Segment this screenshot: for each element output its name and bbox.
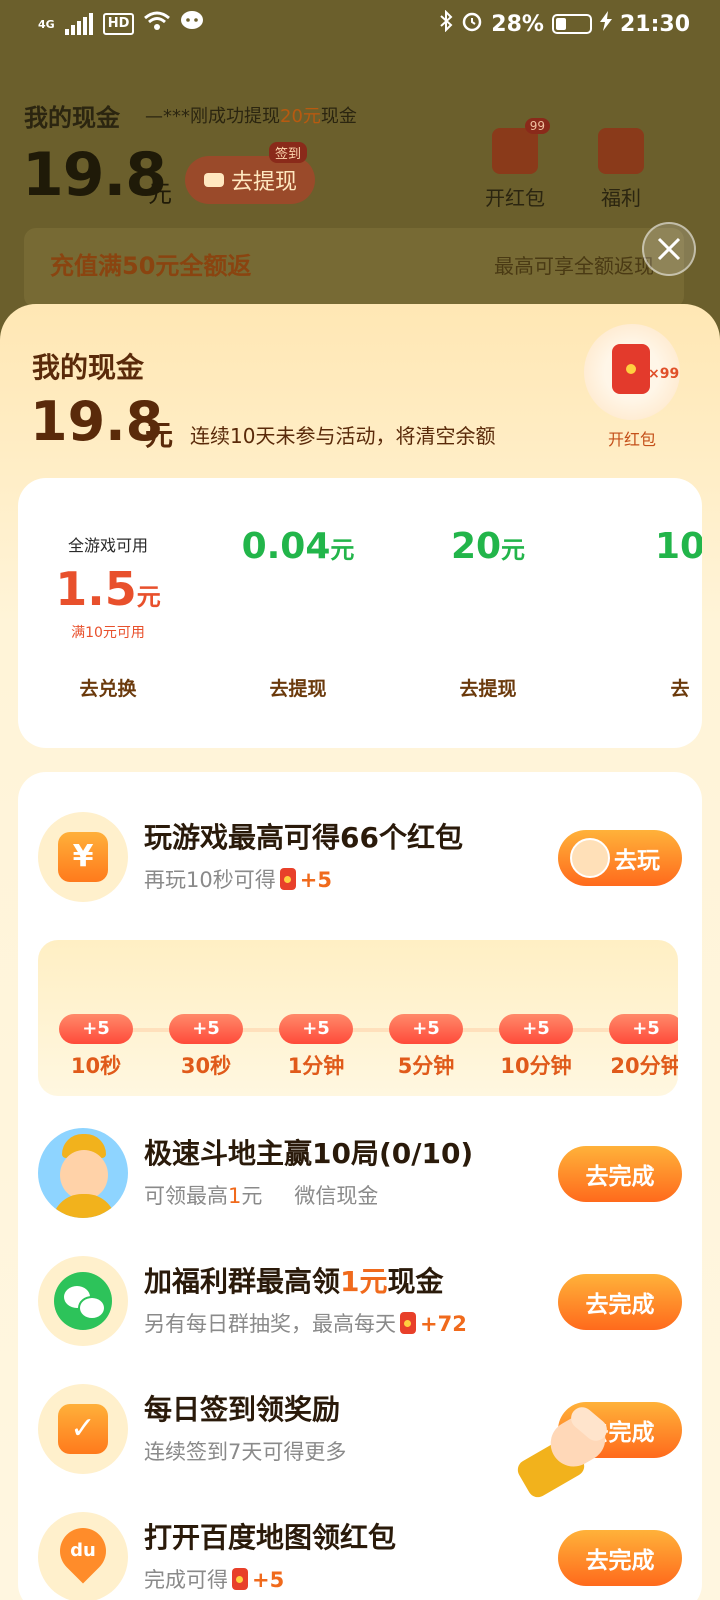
task-title: 加福利群最高领1元现金 xyxy=(144,1265,444,1298)
yuan-icon: ¥ xyxy=(38,812,128,902)
baidu-map-icon: du xyxy=(38,1512,128,1600)
redpacket-icon xyxy=(612,344,650,394)
task-title: 极速斗地主赢10局(0/10) xyxy=(144,1137,474,1170)
bluetooth-icon xyxy=(439,9,453,38)
coupon-list: 全游戏可用 1.5元 满10元可用 去兑换 0.04元 去提现 20元 去提现 … xyxy=(18,478,702,748)
sheet-cash-amount: 19.8 xyxy=(30,390,164,453)
battery-icon xyxy=(551,14,592,34)
bg-cash-unit: 元 xyxy=(148,180,172,208)
pointing-hand-icon xyxy=(514,1402,620,1501)
go-play-button[interactable]: 去玩 xyxy=(558,830,682,886)
task-subtitle: 完成可得 +5 xyxy=(144,1568,285,1592)
wallet-icon xyxy=(203,173,224,187)
task-subtitle: 可领最高1元 微信现金 xyxy=(144,1184,379,1208)
status-bar: 4G HD 28% 21:30 xyxy=(0,0,720,48)
sheet-cash-unit: 元 xyxy=(145,419,174,452)
hd-icon: HD xyxy=(102,13,135,35)
progress-step: +5 20分钟 xyxy=(606,1014,678,1080)
wechat-notify-icon xyxy=(180,10,206,38)
progress-step: +5 5分钟 xyxy=(386,1014,466,1080)
redpacket-icon: 99 xyxy=(492,118,550,174)
task-play-game: ¥ 玩游戏最高可得66个红包 再玩10秒可得 +5 去玩 xyxy=(18,812,702,922)
task-title: 打开百度地图领红包 xyxy=(144,1521,397,1554)
battery-percent: 28% xyxy=(491,11,544,37)
coupon-action: 去提现 xyxy=(459,678,517,700)
progress-step: +5 30秒 xyxy=(166,1014,246,1080)
bg-withdraw-ticker: —***刚成功提现20元现金 xyxy=(145,106,357,127)
charging-icon xyxy=(599,11,612,37)
sheet-title: 我的现金 xyxy=(32,351,145,384)
redpacket-icon xyxy=(279,868,296,890)
signal-icon xyxy=(64,13,93,35)
coupon-action: 去兑换 xyxy=(79,678,137,700)
bg-cash-title: 我的现金 xyxy=(24,104,120,132)
task-welfare-group: 加福利群最高领1元现金 另有每日群抽奖，最高每天 +72 去完成 xyxy=(18,1256,702,1366)
wifi-icon xyxy=(144,11,171,37)
close-icon xyxy=(657,237,681,261)
bg-redpacket-button[interactable]: 99 开红包 xyxy=(480,118,550,211)
clock: 21:30 xyxy=(619,11,690,37)
task-subtitle: 连续签到7天可得更多 xyxy=(144,1440,347,1464)
bg-recharge-banner[interactable]: 充值满50元全额返 最高可享全额返现 xyxy=(24,228,684,308)
task-title: 每日签到领奖励 xyxy=(144,1393,341,1426)
bg-signin-tag: 签到 xyxy=(268,142,307,163)
coupon-item[interactable]: 0.04元 去提现 xyxy=(208,478,388,748)
character-avatar xyxy=(570,838,610,878)
gift-icon xyxy=(598,128,644,174)
progress-step: +5 1分钟 xyxy=(276,1014,356,1080)
game-character-avatar xyxy=(38,1128,128,1218)
task-baidu-map: du 打开百度地图领红包 完成可得 +5 去完成 xyxy=(18,1512,702,1600)
complete-button[interactable]: 去完成 xyxy=(558,1530,682,1586)
checkmark-icon: ✓ xyxy=(38,1384,128,1474)
close-button[interactable] xyxy=(642,222,696,276)
redpacket-icon xyxy=(232,1568,248,1590)
bg-withdraw-button[interactable]: 签到 去提现 xyxy=(185,142,315,204)
coupon-item[interactable]: 10 去 xyxy=(590,478,702,748)
task-landlord: 极速斗地主赢10局(0/10) 可领最高1元 微信现金 去完成 xyxy=(18,1128,702,1238)
bg-cash-amount: 19.8 xyxy=(22,140,167,210)
alarm-icon xyxy=(461,10,483,38)
redpacket-count: ×99 xyxy=(648,366,680,382)
open-redpacket-button[interactable]: ×99 开红包 xyxy=(582,324,682,450)
coupon-action: 去提现 xyxy=(269,678,327,700)
bg-welfare-button[interactable]: 福利 xyxy=(586,128,656,211)
coupon-item[interactable]: 20元 去提现 xyxy=(398,478,578,748)
task-title: 玩游戏最高可得66个红包 xyxy=(144,821,463,854)
redpacket-icon xyxy=(400,1312,416,1334)
progress-step: +5 10分钟 xyxy=(496,1014,576,1080)
network-type: 4G xyxy=(38,17,55,31)
playtime-progress: +5 10秒 +5 30秒 +5 1分钟 +5 5分钟 +5 10分钟 +5 20分钟 xyxy=(38,940,678,1096)
coupon-action: 去 xyxy=(670,678,690,700)
complete-button[interactable]: 去完成 xyxy=(558,1146,682,1202)
complete-button[interactable]: 去完成 xyxy=(558,1274,682,1330)
background-page: 我的现金 —***刚成功提现20元现金 19.8 元 签到 去提现 99 开红包… xyxy=(0,48,720,308)
task-subtitle: 另有每日群抽奖，最高每天 +72 xyxy=(144,1312,467,1336)
sheet-expire-note: 连续10天未参与活动，将清空余额 xyxy=(190,424,496,448)
open-redpacket-label: 开红包 xyxy=(607,430,656,449)
progress-step: +5 10秒 xyxy=(56,1014,136,1080)
task-subtitle: 再玩10秒可得 +5 xyxy=(144,868,332,892)
coupon-item[interactable]: 全游戏可用 1.5元 满10元可用 去兑换 xyxy=(18,478,198,748)
wechat-icon xyxy=(38,1256,128,1346)
